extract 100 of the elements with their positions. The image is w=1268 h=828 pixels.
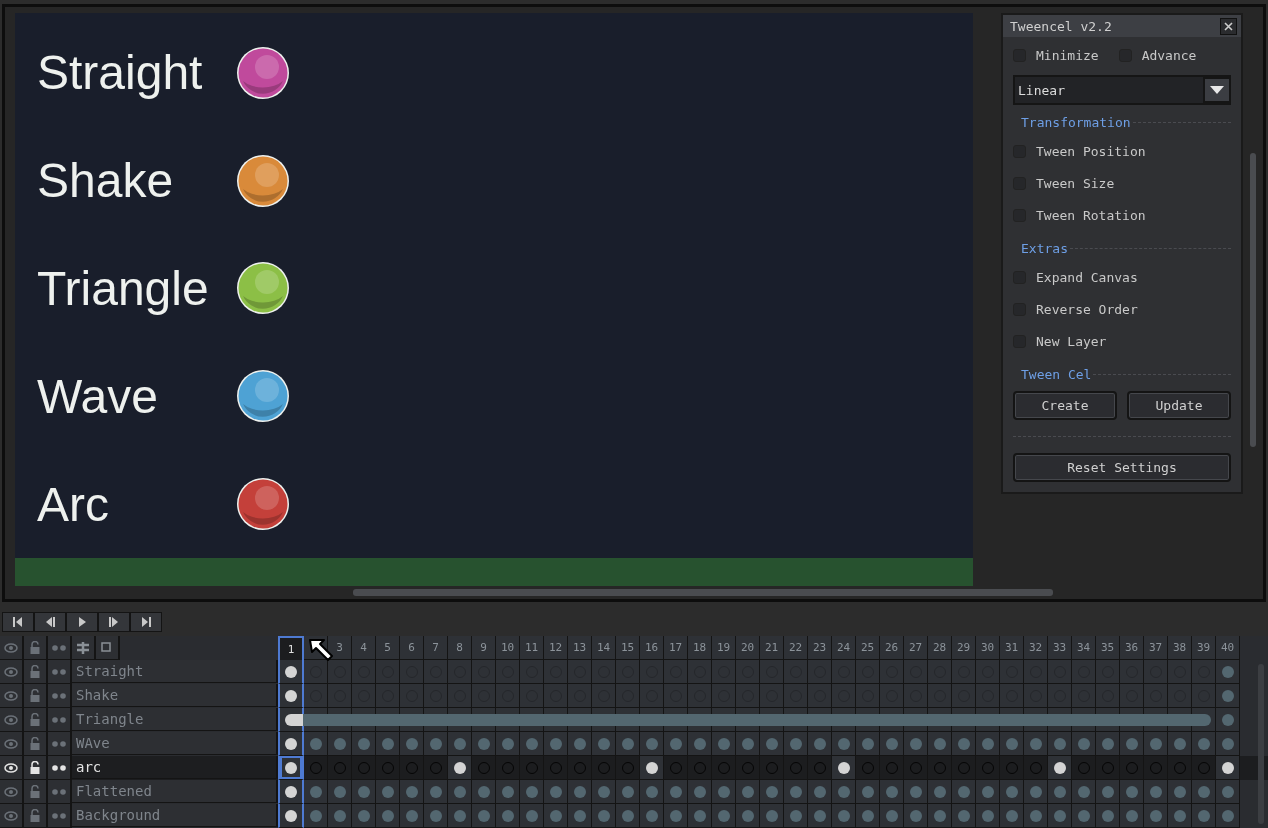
timeline-cel[interactable] [1216, 756, 1240, 780]
playback-button[interactable] [130, 612, 162, 632]
frame-header[interactable]: 25 [856, 636, 880, 660]
square-icon[interactable] [101, 641, 113, 654]
frame-header[interactable]: 20 [736, 636, 760, 660]
layer-row[interactable]: Background [72, 804, 278, 827]
reset-button[interactable]: Reset Settings [1013, 453, 1231, 482]
scrollbar-thumb[interactable] [353, 589, 1053, 596]
frame-header[interactable]: 6 [400, 636, 424, 660]
cel-dot-icon [789, 785, 802, 798]
frame-header[interactable]: 32 [1024, 636, 1048, 660]
frame-header[interactable]: 18 [688, 636, 712, 660]
frame-header[interactable]: 22 [784, 636, 808, 660]
timeline-cel[interactable] [278, 684, 304, 708]
frame-header[interactable]: 17 [664, 636, 688, 660]
frame-header[interactable]: 14 [592, 636, 616, 660]
layer-row[interactable]: Shake [72, 684, 278, 707]
frame-header[interactable]: 19 [712, 636, 736, 660]
dots-icon[interactable] [52, 692, 66, 699]
close-button[interactable] [1220, 17, 1237, 35]
dots-icon[interactable] [52, 644, 66, 651]
dots-icon[interactable] [52, 764, 66, 771]
timeline-cel[interactable] [278, 780, 304, 804]
cel-dot-icon [525, 737, 538, 750]
cel-dot-icon [453, 761, 466, 774]
frame-header[interactable]: 8 [448, 636, 472, 660]
frame-header[interactable]: 40 [1216, 636, 1240, 660]
playback-button[interactable] [34, 612, 66, 632]
timeline-cel[interactable] [448, 756, 472, 780]
dots-icon[interactable] [52, 668, 66, 675]
cel-dot-icon [885, 785, 898, 798]
timeline-cel[interactable] [278, 732, 304, 756]
checkbox[interactable]: Expand Canvas [1013, 261, 1231, 293]
scrollbar-thumb[interactable] [1258, 664, 1264, 824]
frame-header[interactable]: 28 [928, 636, 952, 660]
timeline-cel[interactable] [278, 756, 304, 780]
easing-dropdown[interactable]: Linear [1013, 75, 1231, 105]
frame-header[interactable]: 12 [544, 636, 568, 660]
frame-header[interactable]: 39 [1192, 636, 1216, 660]
checkbox[interactable]: Tween Position [1013, 135, 1231, 167]
frame-header[interactable]: 10 [496, 636, 520, 660]
timeline-cel[interactable] [832, 756, 856, 780]
frame-header[interactable]: 29 [952, 636, 976, 660]
cel-dot-icon [1221, 737, 1234, 750]
frame-header[interactable]: 36 [1120, 636, 1144, 660]
cel-dot-icon [573, 809, 586, 822]
timeline-cel[interactable] [278, 660, 304, 684]
frame-header[interactable]: 37 [1144, 636, 1168, 660]
padlock-icon[interactable] [30, 761, 40, 774]
dropdown-button[interactable] [1203, 77, 1231, 103]
checkbox[interactable]: Advance [1118, 39, 1197, 71]
checkbox[interactable]: Reverse Order [1013, 293, 1231, 325]
layer-row[interactable]: Triangle [72, 708, 278, 731]
timeline-cel[interactable] [1048, 756, 1072, 780]
checkbox[interactable]: Tween Size [1013, 167, 1231, 199]
timeline-cel[interactable] [640, 756, 664, 780]
layer-row[interactable]: arc [72, 756, 278, 779]
frame-header[interactable]: 13 [568, 636, 592, 660]
dots-icon[interactable] [52, 716, 66, 723]
layer-row[interactable]: Straight [72, 660, 278, 683]
frame-header[interactable]: 15 [616, 636, 640, 660]
frame-header[interactable]: 5 [376, 636, 400, 660]
checkbox[interactable]: Tween Rotation [1013, 199, 1231, 231]
frame-header[interactable]: 33 [1048, 636, 1072, 660]
dots-icon[interactable] [52, 812, 66, 819]
frame-header[interactable]: 30 [976, 636, 1000, 660]
frame-header[interactable]: 24 [832, 636, 856, 660]
dots-icon[interactable] [52, 740, 66, 747]
timeline-cel[interactable] [278, 708, 304, 732]
cel-dot-icon [693, 737, 706, 750]
dots-icon[interactable] [52, 788, 66, 795]
frame-header[interactable]: 21 [760, 636, 784, 660]
timeline-cel[interactable] [278, 804, 304, 828]
playback-button[interactable] [2, 612, 34, 632]
scrollbar-thumb[interactable] [1250, 153, 1256, 447]
dialog-button[interactable]: Update [1127, 391, 1231, 420]
cel-dot-icon [501, 737, 514, 750]
frame-header[interactable]: 23 [808, 636, 832, 660]
frame-header[interactable]: 1 [278, 636, 304, 662]
frame-header[interactable]: 26 [880, 636, 904, 660]
layer-row[interactable]: WAve [72, 732, 278, 755]
checkbox[interactable]: Minimize [1013, 39, 1099, 71]
playback-button[interactable] [98, 612, 130, 632]
cel-dot-icon [741, 785, 754, 798]
frame-header[interactable]: 9 [472, 636, 496, 660]
frame-header[interactable]: 31 [1000, 636, 1024, 660]
playback-button[interactable] [66, 612, 98, 632]
link-icon[interactable] [76, 640, 90, 655]
frame-header[interactable]: 11 [520, 636, 544, 660]
frame-header[interactable]: 16 [640, 636, 664, 660]
frame-header[interactable]: 3 [328, 636, 352, 660]
checkbox[interactable]: New Layer [1013, 325, 1231, 357]
frame-header[interactable]: 27 [904, 636, 928, 660]
frame-header[interactable]: 35 [1096, 636, 1120, 660]
frame-header[interactable]: 34 [1072, 636, 1096, 660]
layer-row[interactable]: Flattened [72, 780, 278, 803]
frame-header[interactable]: 38 [1168, 636, 1192, 660]
frame-header[interactable]: 4 [352, 636, 376, 660]
dialog-button[interactable]: Create [1013, 391, 1117, 420]
frame-header[interactable]: 7 [424, 636, 448, 660]
